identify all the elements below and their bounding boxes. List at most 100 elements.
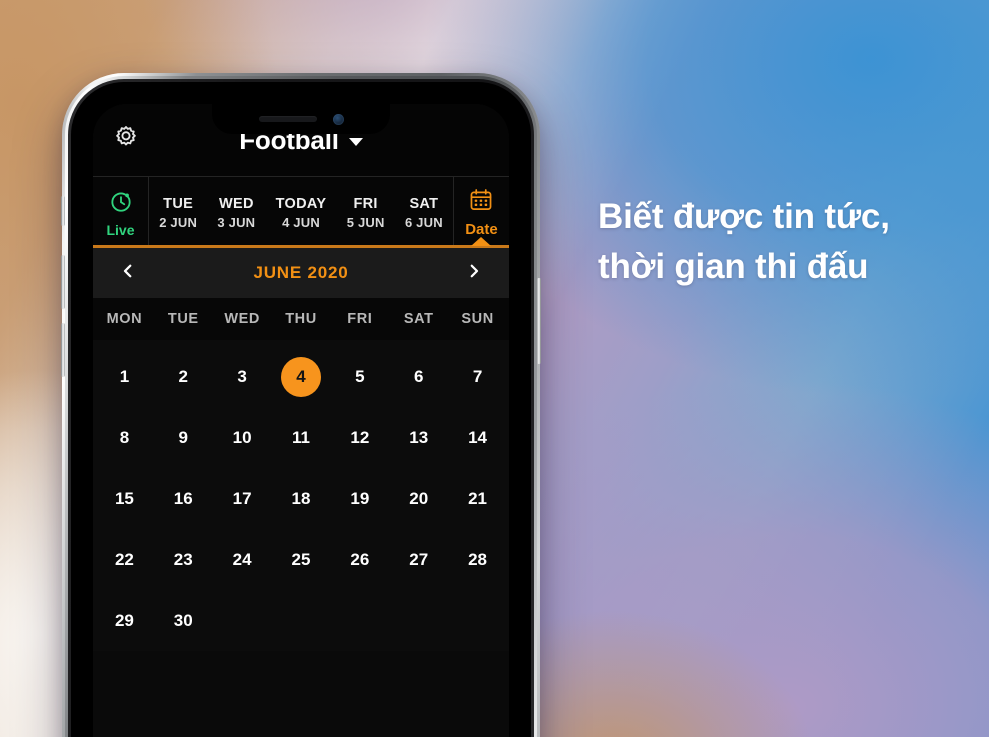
tab-day-2[interactable]: TODAY 4 JUN xyxy=(265,177,336,248)
calendar-day[interactable]: 6 xyxy=(399,357,439,397)
calendar-cell[interactable]: 28 xyxy=(448,529,507,590)
calendar-day[interactable]: 5 xyxy=(340,357,380,397)
calendar-day[interactable]: 29 xyxy=(104,601,144,641)
calendar-cell[interactable]: 24 xyxy=(213,529,272,590)
app-screen: Football Live TUE 2 JUN WED 3 JUN TODAY … xyxy=(93,104,509,737)
calendar-day[interactable]: 30 xyxy=(163,601,203,641)
calendar-day[interactable]: 11 xyxy=(281,418,321,458)
calendar-cell[interactable]: 10 xyxy=(213,407,272,468)
calendar-day[interactable]: 26 xyxy=(340,540,380,580)
calendar-day[interactable]: 8 xyxy=(104,418,144,458)
phone-power-button[interactable] xyxy=(537,278,541,364)
weekday-label-fri: FRI xyxy=(347,311,373,327)
tab-day-0-name: TUE xyxy=(163,195,194,212)
calendar-day[interactable]: 18 xyxy=(281,479,321,519)
chevron-right-icon xyxy=(465,262,483,285)
calendar-cell[interactable]: 25 xyxy=(272,529,331,590)
selected-tab-caret-icon xyxy=(471,237,492,246)
calendar-day[interactable]: 1 xyxy=(104,357,144,397)
calendar-day-selected[interactable]: 4 xyxy=(280,356,321,397)
tab-day-0[interactable]: TUE 2 JUN xyxy=(149,177,207,248)
calendar-cell[interactable]: 3 xyxy=(213,346,272,407)
calendar-cell[interactable]: 19 xyxy=(330,468,389,529)
calendar-cell[interactable]: 27 xyxy=(389,529,448,590)
tagline-line-2: thời gian thi đấu xyxy=(598,246,869,286)
tab-day-3[interactable]: FRI 5 JUN xyxy=(337,177,395,248)
calendar-cell[interactable]: 16 xyxy=(154,468,213,529)
calendar-day[interactable]: 24 xyxy=(222,540,262,580)
calendar-cell[interactable]: 26 xyxy=(330,529,389,590)
calendar-day[interactable]: 28 xyxy=(458,540,498,580)
tab-day-0-date: 2 JUN xyxy=(159,214,198,230)
weekday-label-sat: SAT xyxy=(403,311,434,327)
tab-live[interactable]: Live xyxy=(93,177,149,248)
calendar-day[interactable]: 27 xyxy=(399,540,439,580)
calendar-cell[interactable]: 8 xyxy=(95,407,154,468)
marketing-tagline: Biết được tin tức, thời gian thi đấu xyxy=(598,192,978,291)
calendar-cell[interactable]: 17 xyxy=(213,468,272,529)
phone-bezel: Football Live TUE 2 JUN WED 3 JUN TODAY … xyxy=(71,82,531,737)
tab-day-4-name: SAT xyxy=(409,195,439,212)
calendar-day[interactable]: 10 xyxy=(222,418,262,458)
current-month-label: JUNE 2020 xyxy=(253,263,349,282)
tab-day-1[interactable]: WED 3 JUN xyxy=(207,177,265,248)
calendar-cell[interactable]: 30 xyxy=(154,590,213,651)
calendar-day[interactable]: 22 xyxy=(104,540,144,580)
month-navigation-bar: JUNE 2020 xyxy=(93,248,509,298)
calendar-day[interactable]: 19 xyxy=(340,479,380,519)
calendar-cell[interactable]: 13 xyxy=(389,407,448,468)
tab-day-1-name: WED xyxy=(218,195,254,212)
calendar-day[interactable]: 21 xyxy=(458,479,498,519)
calendar-cell[interactable]: 20 xyxy=(389,468,448,529)
next-month-button[interactable] xyxy=(461,260,487,286)
phone-notch xyxy=(212,104,390,134)
tagline-line-1: Biết được tin tức, xyxy=(598,197,890,236)
calendar-cell[interactable]: 4 xyxy=(272,346,331,407)
calendar-cell[interactable]: 22 xyxy=(95,529,154,590)
calendar-cell[interactable]: 14 xyxy=(448,407,507,468)
calendar-day[interactable]: 3 xyxy=(222,357,262,397)
front-camera-icon xyxy=(332,113,344,125)
calendar-day[interactable]: 16 xyxy=(163,479,203,519)
calendar-day[interactable]: 15 xyxy=(104,479,144,519)
calendar-cell[interactable]: 18 xyxy=(272,468,331,529)
phone-screen: Football Live TUE 2 JUN WED 3 JUN TODAY … xyxy=(93,104,509,737)
tab-day-1-date: 3 JUN xyxy=(217,214,256,230)
calendar-day[interactable]: 9 xyxy=(163,418,203,458)
calendar-cell[interactable]: 21 xyxy=(448,468,507,529)
calendar-day[interactable]: 17 xyxy=(222,479,262,519)
settings-button[interactable] xyxy=(109,123,143,157)
phone-volume-up-button[interactable] xyxy=(61,255,65,309)
date-strip: Live TUE 2 JUN WED 3 JUN TODAY 4 JUN FRI… xyxy=(93,176,509,248)
tab-day-4[interactable]: SAT 6 JUN xyxy=(395,177,453,248)
calendar-day[interactable]: 20 xyxy=(399,479,439,519)
previous-month-button[interactable] xyxy=(115,260,141,286)
calendar-day[interactable]: 7 xyxy=(458,357,498,397)
calendar-day[interactable]: 14 xyxy=(458,418,498,458)
calendar-cell[interactable]: 15 xyxy=(95,468,154,529)
calendar-day[interactable]: 23 xyxy=(163,540,203,580)
calendar-cell[interactable]: 23 xyxy=(154,529,213,590)
calendar-day[interactable]: 2 xyxy=(163,357,203,397)
phone-volume-down-button[interactable] xyxy=(61,323,65,377)
weekday-label-sun: SUN xyxy=(461,311,494,327)
tab-date-picker[interactable]: Date xyxy=(452,177,509,248)
calendar-day[interactable]: 12 xyxy=(340,418,380,458)
calendar-day[interactable]: 25 xyxy=(281,540,321,580)
tab-day-3-date: 5 JUN xyxy=(346,214,385,230)
calendar-day[interactable]: 13 xyxy=(399,418,439,458)
calendar-cell[interactable]: 2 xyxy=(154,346,213,407)
tab-day-2-name: TODAY xyxy=(275,195,327,212)
phone-mockup: Football Live TUE 2 JUN WED 3 JUN TODAY … xyxy=(61,73,541,737)
calendar-cell[interactable]: 1 xyxy=(95,346,154,407)
calendar-cell[interactable]: 5 xyxy=(330,346,389,407)
phone-mute-switch[interactable] xyxy=(61,196,65,226)
calendar-grid: 1 2 3 4 5 6 7 8 9 10 11 12 13 14 15 16 17 18 19 20 21 22 23 24 2… xyxy=(93,340,509,651)
calendar-cell[interactable]: 12 xyxy=(330,407,389,468)
calendar-cell[interactable]: 7 xyxy=(448,346,507,407)
calendar-cell[interactable]: 6 xyxy=(389,346,448,407)
calendar-cell[interactable]: 11 xyxy=(272,407,331,468)
chevron-down-icon xyxy=(348,137,363,146)
calendar-cell[interactable]: 29 xyxy=(95,590,154,651)
calendar-cell[interactable]: 9 xyxy=(154,407,213,468)
